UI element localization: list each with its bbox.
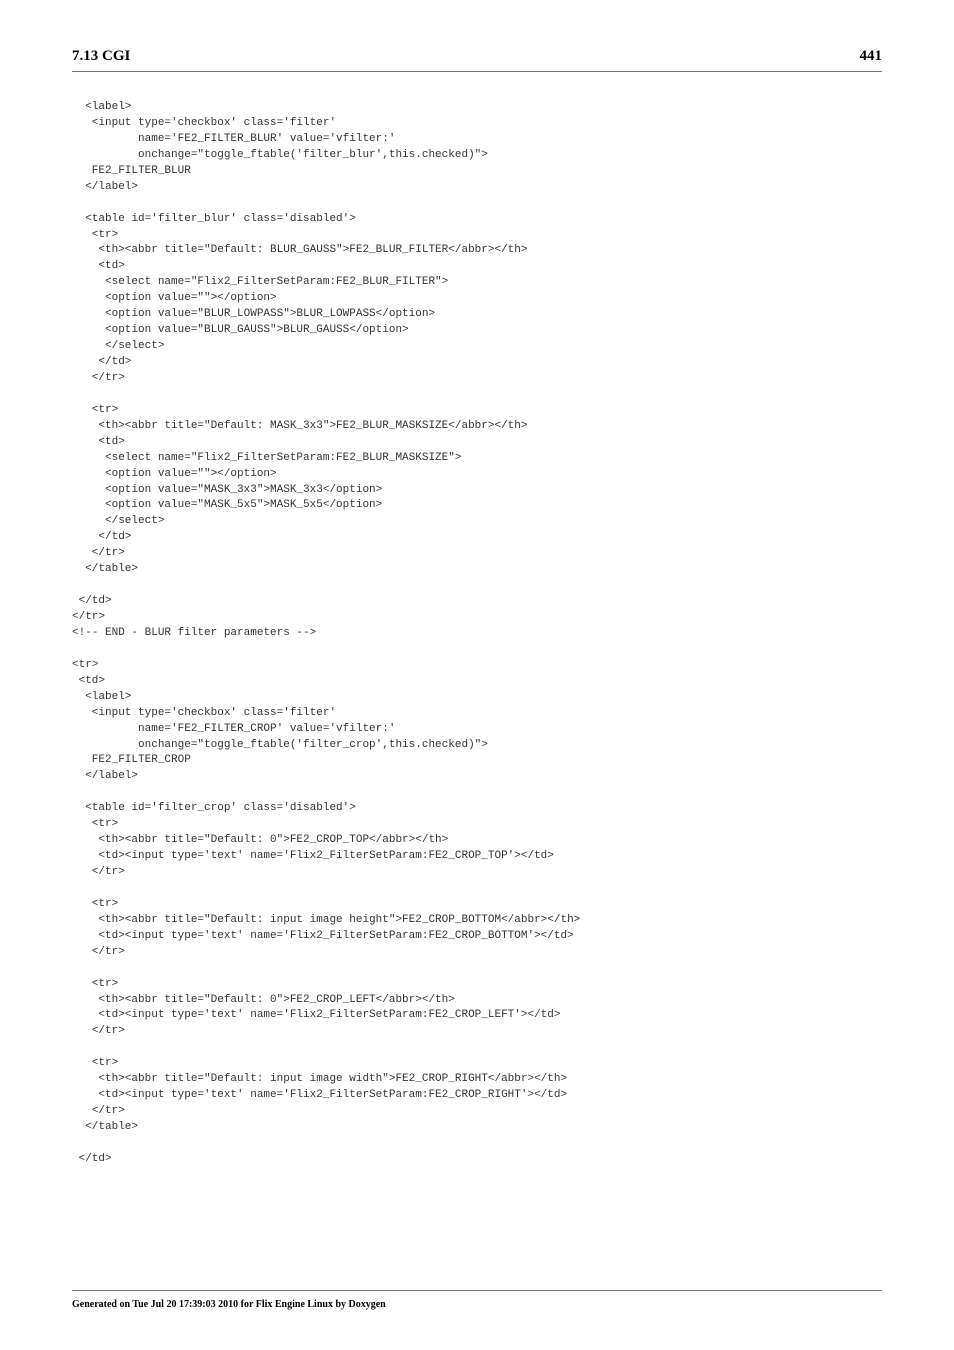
page-footer: Generated on Tue Jul 20 17:39:03 2010 fo… bbox=[72, 1290, 882, 1310]
header-section: 7.13 CGI bbox=[72, 48, 130, 65]
page-header: 7.13 CGI 441 bbox=[72, 48, 882, 72]
header-page-number: 441 bbox=[860, 48, 883, 65]
footer-text: Generated on Tue Jul 20 17:39:03 2010 fo… bbox=[72, 1299, 386, 1310]
code-listing: <label> <input type='checkbox' class='fi… bbox=[72, 100, 882, 1168]
page: 7.13 CGI 441 <label> <input type='checkb… bbox=[0, 0, 954, 1350]
